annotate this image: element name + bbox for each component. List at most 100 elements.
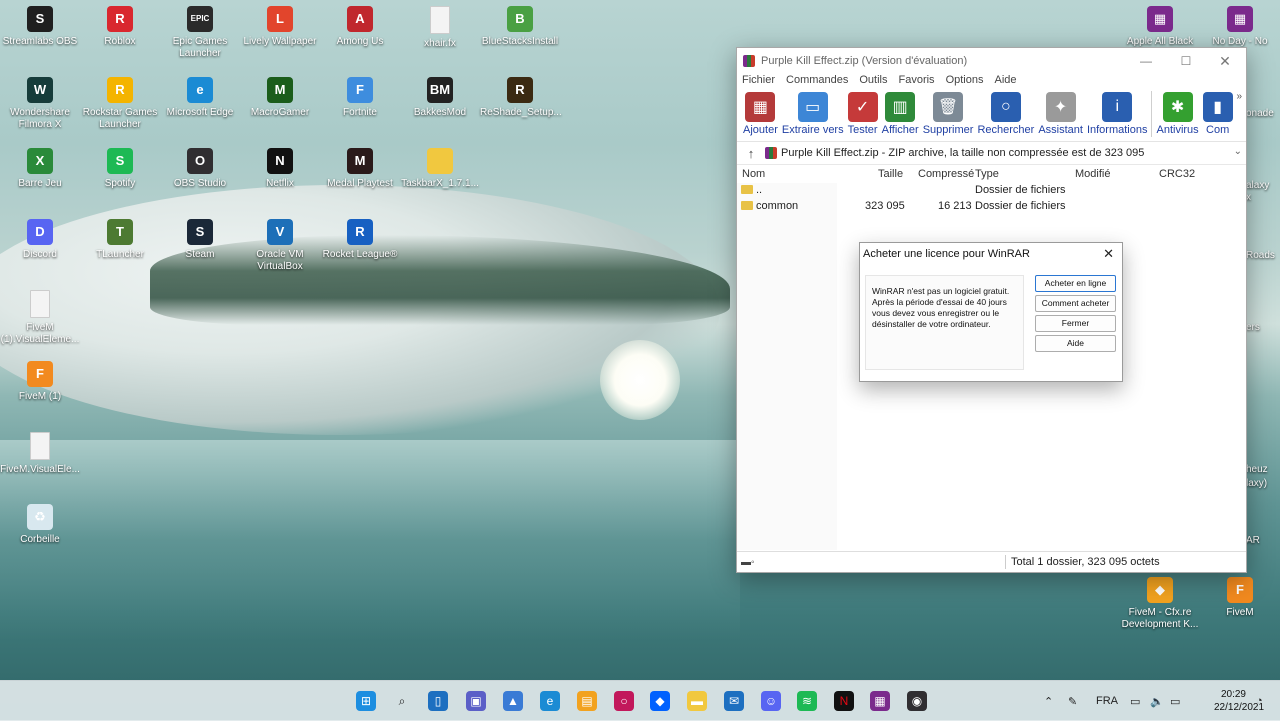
- network-icon[interactable]: ▭: [1130, 681, 1140, 721]
- buy-online-button[interactable]: Acheter en ligne: [1035, 275, 1116, 292]
- desktop-icon[interactable]: FiveM (1).VisualEleme...: [0, 286, 80, 346]
- menu-fichier[interactable]: Fichier: [742, 74, 775, 91]
- toolbar-overflow-icon[interactable]: »: [1236, 91, 1242, 102]
- toolbar-button-supprimer[interactable]: 🗑 Supprimer: [923, 91, 973, 136]
- winrar-icon[interactable]: ▦: [870, 691, 890, 711]
- desktop-icon[interactable]: M Medal Playtest: [320, 144, 400, 190]
- table-row[interactable]: common 323 095 16 213 Dossier de fichier…: [737, 199, 1246, 215]
- file-explorer-icon[interactable]: ▬: [687, 691, 707, 711]
- clock[interactable]: 20:29 22/12/2021: [1214, 688, 1264, 714]
- pen-icon[interactable]: ✎: [1068, 681, 1077, 721]
- menu-aide[interactable]: Aide: [994, 74, 1016, 91]
- desktop-icon[interactable]: F Fortnite: [320, 73, 400, 119]
- desktop-icon[interactable]: F FiveM (1): [0, 357, 80, 403]
- desktop-icon[interactable]: A Among Us: [320, 2, 400, 48]
- desktop-icon[interactable]: M MacroGamer: [240, 73, 320, 119]
- desktop-icon[interactable]: R Rocket League®: [320, 215, 400, 261]
- notifications-icon[interactable]: ◔: [1256, 681, 1263, 721]
- task-view-icon[interactable]: ▯: [428, 691, 448, 711]
- minimize-button[interactable]: —: [1127, 48, 1165, 74]
- desktop-icon[interactable]: FiveM.VisualEle...: [0, 428, 80, 476]
- volume-icon[interactable]: 🔈: [1150, 681, 1164, 721]
- search-icon[interactable]: ⌕: [392, 691, 412, 711]
- desktop-icon[interactable]: D Discord: [0, 215, 80, 261]
- toolbar-button-ajouter[interactable]: ▦ Ajouter: [743, 91, 778, 136]
- time: 20:29: [1220, 689, 1246, 700]
- toolbar-button-com[interactable]: ▮ Com: [1202, 91, 1233, 136]
- desktop-icon[interactable]: N Netflix: [240, 144, 320, 190]
- netflix-icon[interactable]: N: [834, 691, 854, 711]
- desktop-icon[interactable]: T TLauncher: [80, 215, 160, 261]
- battery-icon[interactable]: ▭: [1170, 681, 1180, 721]
- maximize-button[interactable]: ☐: [1167, 48, 1205, 74]
- desktop-icon[interactable]: ▦ Apple All Black: [1120, 2, 1200, 48]
- desktop-icon[interactable]: S Spotify: [80, 144, 160, 190]
- dropbox-icon[interactable]: ◆: [650, 691, 670, 711]
- dialog-close-icon[interactable]: ✕: [1103, 246, 1114, 262]
- mail-icon[interactable]: ✉: [724, 691, 744, 711]
- file-icon: [430, 6, 450, 34]
- desktop-icon[interactable]: e Microsoft Edge: [160, 73, 240, 119]
- column-modifie[interactable]: Modifié: [1075, 168, 1110, 180]
- obs-icon[interactable]: ◉: [907, 691, 927, 711]
- toolbar-button-afficher[interactable]: ▥ Afficher: [882, 91, 919, 136]
- column-crc32[interactable]: CRC32: [1159, 168, 1195, 180]
- up-arrow-icon[interactable]: ↑: [737, 146, 765, 161]
- column-taille[interactable]: Taille: [878, 168, 903, 180]
- help-button[interactable]: Aide: [1035, 335, 1116, 352]
- medal-ring-icon[interactable]: ○: [614, 691, 634, 711]
- toolbar-button-informations[interactable]: i Informations: [1087, 91, 1147, 136]
- spotify-icon[interactable]: ≋: [797, 691, 817, 711]
- menu-favoris[interactable]: Favoris: [899, 74, 935, 91]
- close-button[interactable]: ✕: [1206, 48, 1244, 74]
- desktop-icon[interactable]: R Rockstar Games Launcher: [80, 73, 160, 131]
- desktop-icon[interactable]: X Barre Jeu: [0, 144, 80, 190]
- discord-icon[interactable]: ☺: [761, 691, 781, 711]
- desktop-icon[interactable]: S Streamlabs OBS: [0, 2, 80, 48]
- window-title: Purple Kill Effect.zip (Version d'évalua…: [761, 55, 968, 67]
- menu-outils[interactable]: Outils: [859, 74, 887, 91]
- language-indicator[interactable]: FRA: [1096, 681, 1118, 721]
- chevron-down-icon[interactable]: ⌄: [1234, 146, 1242, 157]
- edge-icon[interactable]: e: [540, 691, 560, 711]
- windows-start-icon[interactable]: ⊞: [356, 691, 376, 711]
- column-nom[interactable]: Nom: [742, 168, 765, 180]
- toolbar-button-rechercher[interactable]: ○ Rechercher: [977, 91, 1034, 136]
- table-row[interactable]: .. Dossier de fichiers: [737, 183, 1246, 199]
- desktop-icon[interactable]: R Roblox: [80, 2, 160, 48]
- desktop-icon-label: FiveM: [1226, 607, 1254, 618]
- desktop-icon[interactable]: ♻ Corbeille: [0, 500, 80, 546]
- desktop-icon[interactable]: W Wondershare Filmora X: [0, 73, 80, 131]
- menu-commandes[interactable]: Commandes: [786, 74, 848, 91]
- title-bar[interactable]: Purple Kill Effect.zip (Version d'évalua…: [737, 48, 1246, 74]
- toolbar-button-extraire-vers[interactable]: ▭ Extraire vers: [782, 91, 844, 136]
- menu-options[interactable]: Options: [946, 74, 984, 91]
- teams-chat-icon[interactable]: ▣: [466, 691, 486, 711]
- column-type[interactable]: Type: [975, 168, 999, 180]
- desktop-icon-label: xhair.fx: [424, 38, 456, 49]
- desktop-icon[interactable]: TaskbarX_1.7.1...: [400, 144, 480, 190]
- desktop-icon[interactable]: L Lively Wallpaper: [240, 2, 320, 48]
- photos-icon[interactable]: ▲: [503, 691, 523, 711]
- desktop-icon[interactable]: B BlueStacksInstall: [480, 2, 560, 48]
- desktop-icon[interactable]: F FiveM: [1200, 573, 1280, 619]
- close-dialog-button[interactable]: Fermer: [1035, 315, 1116, 332]
- desktop-icon[interactable]: ▦ No Day - No: [1200, 2, 1280, 48]
- license-dialog[interactable]: Acheter une licence pour WinRAR ✕ WinRAR…: [859, 242, 1123, 382]
- toolbar-button-antivirus[interactable]: ✱ Antivirus: [1156, 91, 1199, 136]
- desktop-icon[interactable]: O OBS Studio: [160, 144, 240, 190]
- desktop-icon[interactable]: S Steam: [160, 215, 240, 261]
- column-compresse[interactable]: Compressé: [918, 168, 974, 180]
- desktop-icon[interactable]: xhair.fx: [400, 2, 480, 50]
- desktop-icon[interactable]: ◆ FiveM - Cfx.re Development K...: [1120, 573, 1200, 631]
- address-bar[interactable]: ↑ Purple Kill Effect.zip - ZIP archive, …: [737, 142, 1246, 165]
- store-icon[interactable]: ▤: [577, 691, 597, 711]
- chevron-up-icon[interactable]: ⌃: [1044, 681, 1053, 721]
- desktop-icon[interactable]: V Oracle VM VirtualBox: [240, 215, 320, 273]
- toolbar-button-assistant[interactable]: ✦ Assistant: [1038, 91, 1083, 136]
- toolbar-button-tester[interactable]: ✓ Tester: [847, 91, 878, 136]
- desktop-icon[interactable]: BM BakkesMod: [400, 73, 480, 119]
- how-to-buy-button[interactable]: Comment acheter: [1035, 295, 1116, 312]
- desktop-icon[interactable]: R ReShade_Setup...: [480, 73, 562, 119]
- desktop-icon[interactable]: EPIC Epic Games Launcher: [160, 2, 240, 60]
